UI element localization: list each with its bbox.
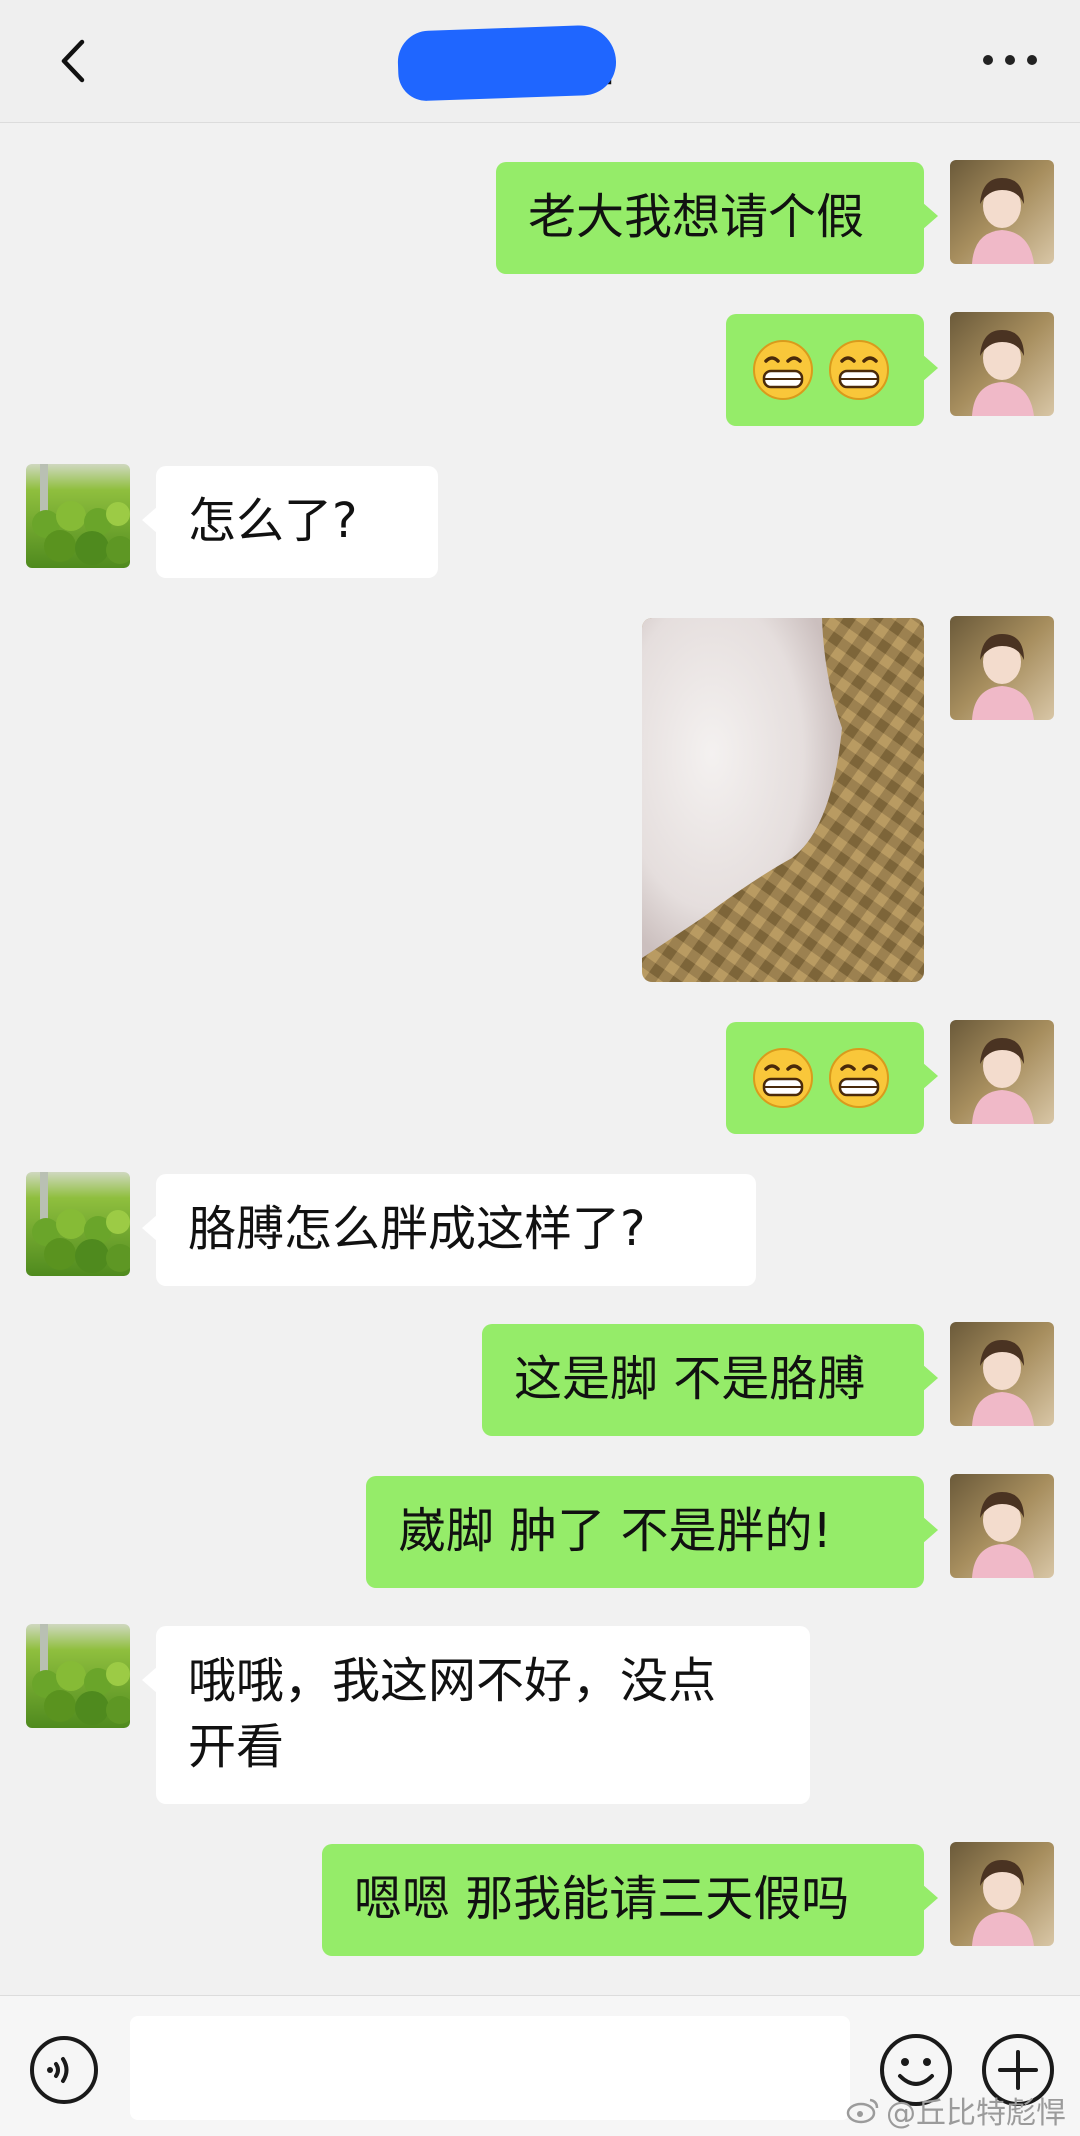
message-text: 胳膊怎么胖成这样了?: [188, 1201, 646, 1257]
my-message-bubble[interactable]: 老大我想请个假: [496, 162, 938, 274]
contact-avatar[interactable]: [26, 1624, 130, 1728]
my-message-bubble[interactable]: 这是脚 不是胳膊: [482, 1324, 938, 1436]
message-text: 嗯嗯 那我能请三天假吗: [354, 1871, 850, 1927]
message-text: 这是脚 不是胳膊: [514, 1351, 866, 1407]
message-text: 崴脚 肿了 不是胖的!: [398, 1503, 832, 1559]
message-text: 怎么了?: [188, 493, 358, 549]
my-avatar[interactable]: [950, 1020, 1054, 1124]
message-row: 哦哦，我这网不好，没点 开看: [0, 1624, 1080, 1804]
contact-message-bubble[interactable]: 哦哦，我这网不好，没点 开看: [142, 1626, 810, 1804]
my-avatar[interactable]: [950, 312, 1054, 416]
chat-header: 经理: [0, 0, 1080, 123]
my-emoji-bubble[interactable]: [726, 314, 938, 426]
contact-message-bubble[interactable]: 怎么了?: [142, 466, 438, 578]
message-input[interactable]: [130, 2016, 850, 2120]
my-message-bubble[interactable]: 崴脚 肿了 不是胖的!: [366, 1476, 938, 1588]
grinning-emoji-icon: [753, 340, 813, 400]
ellipsis-icon[interactable]: [980, 48, 1040, 72]
weibo-icon: [846, 2098, 879, 2124]
message-row: 崴脚 肿了 不是胖的!: [0, 1474, 1080, 1588]
my-avatar[interactable]: [950, 1322, 1054, 1426]
voice-icon[interactable]: [28, 2034, 100, 2106]
my-emoji-bubble[interactable]: [726, 1022, 938, 1134]
contact-message-bubble[interactable]: 胳膊怎么胖成这样了?: [142, 1174, 756, 1286]
message-row: 老大我想请个假: [0, 160, 1080, 274]
message-row: 嗯嗯 那我能请三天假吗: [0, 1842, 1080, 1956]
redaction-scribble: [396, 24, 618, 102]
my-avatar[interactable]: [950, 160, 1054, 264]
watermark: @丘比特彪悍: [846, 2088, 1066, 2132]
message-row: [0, 1020, 1080, 1134]
my-message-bubble[interactable]: 嗯嗯 那我能请三天假吗: [322, 1844, 938, 1956]
message-row: 胳膊怎么胖成这样了?: [0, 1172, 1080, 1286]
message-row: [0, 312, 1080, 426]
message-row: 这是脚 不是胳膊: [0, 1322, 1080, 1436]
message-row: 怎么了?: [0, 464, 1080, 578]
photo-message[interactable]: [642, 618, 924, 982]
grinning-emoji-icon: [753, 1048, 813, 1108]
my-avatar[interactable]: [950, 1474, 1054, 1578]
watermark-text: @丘比特彪悍: [886, 2096, 1066, 2131]
contact-avatar[interactable]: [26, 1172, 130, 1276]
message-list[interactable]: 老大我想请个假 怎么了? 胳膊怎么胖成这样了? 这是脚 不是胳膊 崴脚 肿了 不…: [0, 122, 1080, 1992]
message-text-line: 开看: [188, 1719, 285, 1775]
grinning-emoji-icon: [829, 1048, 889, 1108]
message-row: [0, 616, 1080, 982]
my-avatar[interactable]: [950, 616, 1054, 720]
grinning-emoji-icon: [829, 340, 889, 400]
my-avatar[interactable]: [950, 1842, 1054, 1946]
contact-avatar[interactable]: [26, 464, 130, 568]
message-text: 老大我想请个假: [528, 189, 865, 245]
message-text-line: 哦哦，我这网不好，没点: [188, 1653, 717, 1709]
